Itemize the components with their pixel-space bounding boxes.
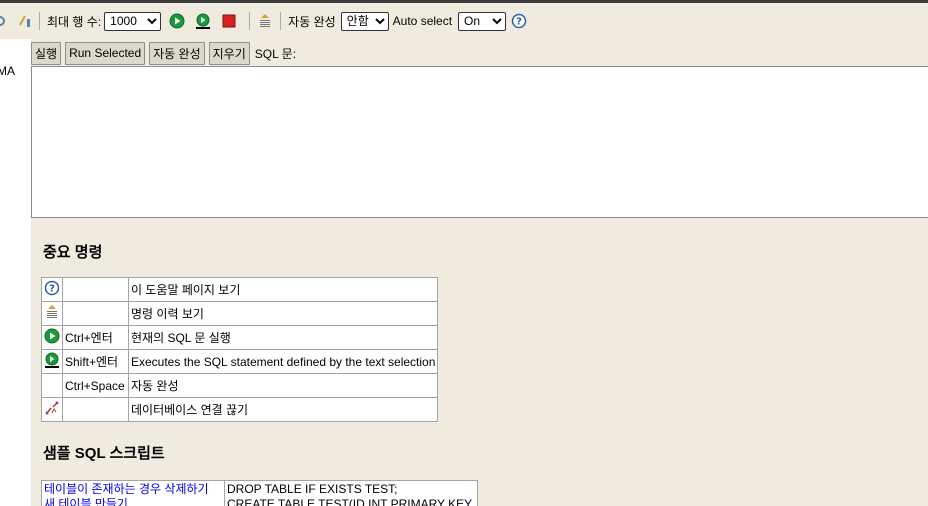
run-selected-button[interactable]: Run Selected bbox=[65, 41, 146, 65]
table-row: Ctrl+엔터 현재의 SQL 문 실행 bbox=[41, 325, 439, 350]
history-icon bbox=[41, 301, 63, 326]
sql-editor[interactable] bbox=[31, 66, 928, 218]
important-commands-heading: 중요 명령 bbox=[43, 244, 103, 261]
run-selected-icon bbox=[41, 349, 63, 374]
empty-icon-cell bbox=[41, 373, 63, 398]
sample-scripts-table: 테이블이 존재하는 경우 삭제하기 새 테이블 만들기 DROP TABLE I… bbox=[41, 480, 478, 506]
command-description: 명령 이력 보기 bbox=[127, 301, 439, 326]
command-description: 자동 완성 bbox=[127, 373, 439, 398]
help-icon[interactable]: ? bbox=[511, 13, 527, 29]
run-selected-icon[interactable] bbox=[195, 13, 211, 29]
autocomplete-button[interactable]: 자동 완성 bbox=[149, 41, 205, 65]
max-rows-label: 최대 행 수: bbox=[47, 14, 102, 29]
editor-button-row: 실행 Run Selected 자동 완성 지우기 SQL 문: bbox=[31, 41, 296, 65]
commands-table: ? 이 도움말 페이지 보기 명령 이력 보기 Ctrl+엔터 현재의 SQL … bbox=[41, 277, 439, 422]
tree-node-label[interactable]: MA bbox=[0, 64, 15, 78]
run-button[interactable]: 실행 bbox=[31, 41, 62, 65]
table-row: 테이블이 존재하는 경우 삭제하기 새 테이블 만들기 DROP TABLE I… bbox=[41, 480, 478, 506]
shortcut-cell: Ctrl+Space bbox=[62, 373, 129, 398]
sample-sql-cell: DROP TABLE IF EXISTS TEST; CREATE TABLE … bbox=[224, 480, 478, 506]
sample-sql-line: CREATE TABLE TEST(ID INT PRIMARY KEY, bbox=[227, 497, 474, 506]
toolbar-separator bbox=[39, 12, 40, 30]
toolbar: 최대 행 수: 1000 자동 완성 안함 Auto select On ? bbox=[0, 3, 928, 39]
autocomplete-select[interactable]: 안함 bbox=[340, 11, 389, 31]
help-icon: ? bbox=[41, 277, 63, 302]
stop-icon[interactable] bbox=[221, 13, 237, 29]
command-description: 현재의 SQL 문 실행 bbox=[127, 325, 439, 350]
clear-button[interactable]: 지우기 bbox=[208, 41, 250, 65]
table-row: Shift+엔터 Executes the SQL statement defi… bbox=[41, 349, 439, 374]
sample-link-create-table[interactable]: 새 테이블 만들기 bbox=[44, 497, 222, 506]
max-rows-select[interactable]: 1000 bbox=[104, 11, 162, 31]
command-description: 이 도움말 페이지 보기 bbox=[127, 277, 439, 302]
auto-select-select[interactable]: On bbox=[458, 11, 507, 31]
command-description: 데이터베이스 연결 끊기 bbox=[127, 397, 439, 422]
refresh-icon[interactable] bbox=[0, 13, 6, 29]
table-row: 명령 이력 보기 bbox=[41, 301, 439, 326]
sample-link-drop-table[interactable]: 테이블이 존재하는 경우 삭제하기 bbox=[44, 482, 222, 497]
toolbar-separator bbox=[280, 12, 282, 30]
left-panel: MA bbox=[0, 39, 31, 506]
svg-text:?: ? bbox=[49, 284, 55, 295]
autocommit-icon[interactable] bbox=[16, 13, 32, 29]
sql-statement-label: SQL 문: bbox=[254, 46, 297, 61]
table-row: ? 이 도움말 페이지 보기 bbox=[41, 277, 439, 302]
auto-select-label: Auto select bbox=[392, 14, 453, 28]
run-icon[interactable] bbox=[169, 13, 185, 29]
sample-links-cell: 테이블이 존재하는 경우 삭제하기 새 테이블 만들기 bbox=[41, 480, 225, 506]
toolbar-separator bbox=[249, 12, 251, 30]
run-icon bbox=[41, 325, 63, 350]
svg-text:?: ? bbox=[516, 17, 522, 28]
command-description: Executes the SQL statement defined by th… bbox=[127, 349, 439, 374]
disconnect-icon bbox=[41, 397, 63, 422]
history-icon[interactable] bbox=[257, 13, 273, 29]
shortcut-cell bbox=[62, 277, 129, 302]
query-panel: 실행 Run Selected 자동 완성 지우기 SQL 문: 중요 명령 ?… bbox=[31, 39, 928, 506]
table-row: 데이터베이스 연결 끊기 bbox=[41, 397, 439, 422]
autocomplete-label: 자동 완성 bbox=[288, 14, 336, 29]
sample-scripts-heading: 샘플 SQL 스크립트 bbox=[43, 445, 165, 462]
shortcut-cell bbox=[62, 397, 129, 422]
shortcut-cell: Ctrl+엔터 bbox=[62, 325, 129, 350]
sample-sql-line: DROP TABLE IF EXISTS TEST; bbox=[227, 482, 398, 496]
shortcut-cell: Shift+엔터 bbox=[62, 349, 129, 374]
table-row: Ctrl+Space 자동 완성 bbox=[41, 373, 439, 398]
shortcut-cell bbox=[62, 301, 129, 326]
